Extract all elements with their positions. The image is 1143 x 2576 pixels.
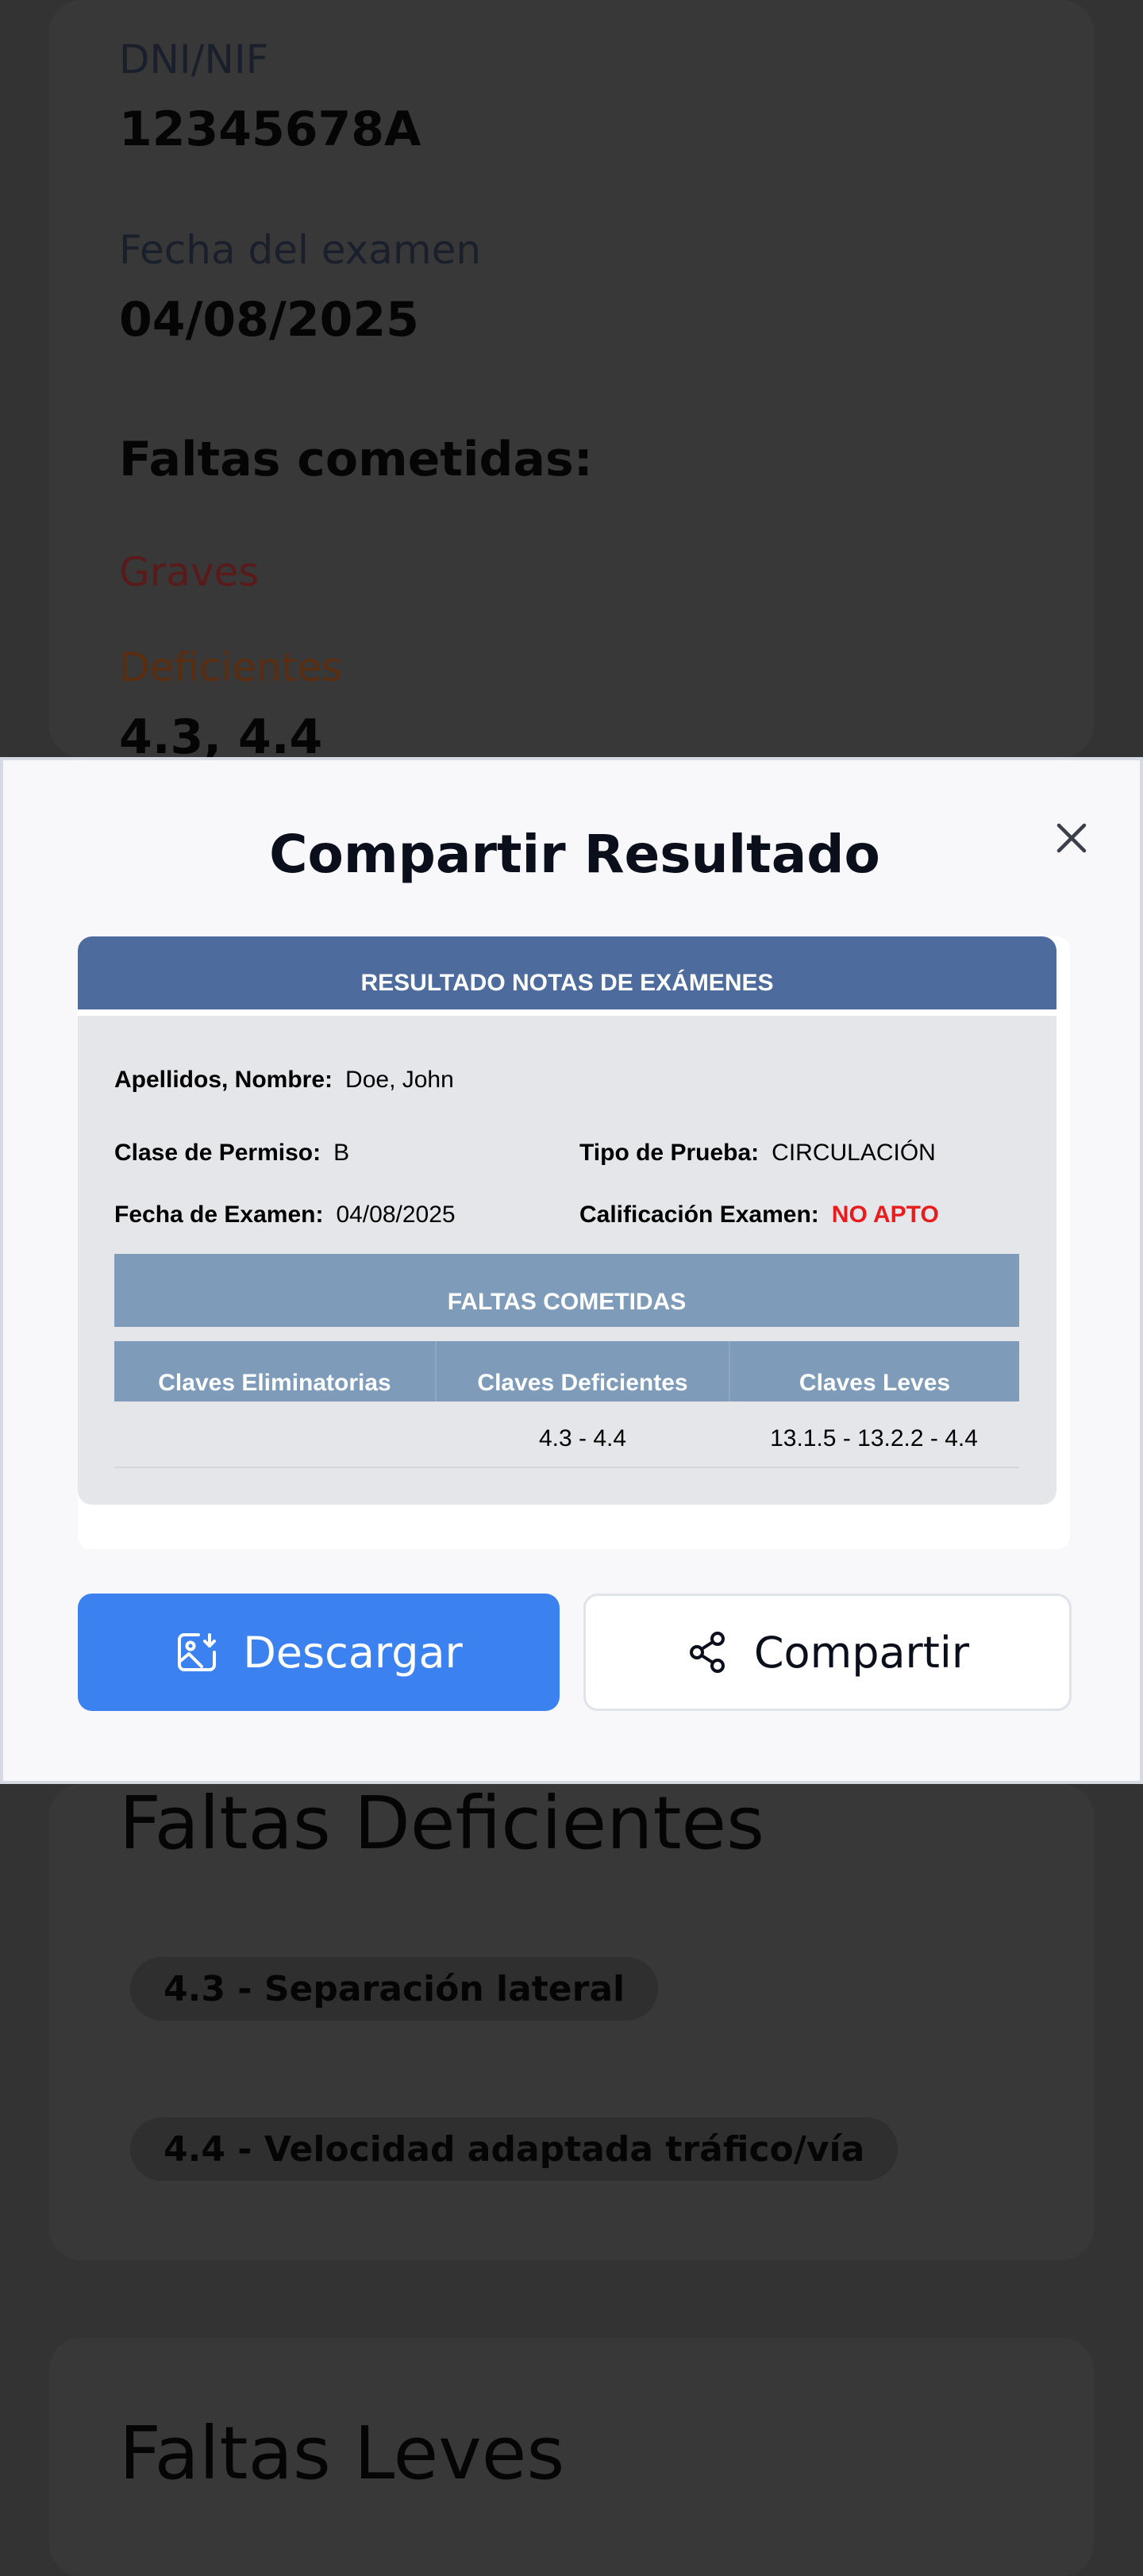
image-download-icon bbox=[175, 1630, 219, 1674]
claves-leves-value: 13.1.5 - 13.2.2 - 4.4 bbox=[770, 1425, 978, 1451]
calificacion-label: Calificación Examen: bbox=[579, 1201, 819, 1228]
result-body: Apellidos, Nombre: Doe, John Clase de Per… bbox=[78, 1016, 1056, 1505]
fecha-examen-value: 04/08/2025 bbox=[336, 1201, 456, 1228]
apellidos-label: Apellidos, Nombre: bbox=[114, 1067, 333, 1093]
column-header: Claves Leves bbox=[729, 1341, 1019, 1401]
tipo-label: Tipo de Prueba: bbox=[579, 1140, 760, 1166]
dni-value: 12345678A bbox=[119, 102, 421, 157]
download-button[interactable]: Descargar bbox=[78, 1594, 560, 1711]
fecha-examen-label: Fecha de Examen: bbox=[114, 1201, 324, 1228]
column-header-label: Claves Deficientes bbox=[477, 1370, 688, 1396]
clase-field: Clase de Permiso: B bbox=[114, 1140, 349, 1167]
calificacion-field: Calificación Examen: NO APTO bbox=[579, 1201, 939, 1228]
faltas-leves-title: Faltas Leves bbox=[119, 2411, 565, 2496]
column-header: Claves Deficientes bbox=[435, 1341, 729, 1401]
fecha-value: 04/08/2025 bbox=[119, 292, 419, 348]
faltas-deficientes-title: Faltas Deficientes bbox=[119, 1781, 765, 1866]
result-header-title: RESULTADO NOTAS DE EXÁMENES bbox=[360, 970, 774, 996]
modal-title: Compartir Resultado bbox=[269, 824, 880, 885]
graves-label: Graves bbox=[119, 549, 260, 595]
column-header: Claves Eliminatorias bbox=[114, 1341, 435, 1401]
faltas-heading: Faltas cometidas: bbox=[119, 432, 593, 487]
clase-value: B bbox=[333, 1140, 350, 1166]
result-header: RESULTADO NOTAS DE EXÁMENES bbox=[78, 936, 1056, 1009]
close-icon bbox=[1056, 823, 1087, 853]
dni-label: DNI/NIF bbox=[119, 37, 269, 83]
table-row: 4.3 - 4.4 13.1.5 - 13.2.2 - 4.4 bbox=[114, 1401, 1019, 1468]
fecha-label: Fecha del examen bbox=[119, 227, 482, 273]
tipo-field: Tipo de Prueba: CIRCULACIÓN bbox=[579, 1140, 936, 1167]
apellidos-field: Apellidos, Nombre: Doe, John bbox=[114, 1067, 454, 1094]
claves-deficientes-value: 4.3 - 4.4 bbox=[538, 1425, 627, 1451]
fecha-field: Fecha de Examen: 04/08/2025 bbox=[114, 1201, 456, 1228]
tipo-value: CIRCULACIÓN bbox=[772, 1140, 936, 1166]
deficientes-label: Deficientes bbox=[119, 644, 343, 690]
share-result-modal: Compartir Resultado RESULTADO NOTAS DE E… bbox=[0, 757, 1143, 1784]
apellidos-value: Doe, John bbox=[345, 1067, 454, 1093]
share-label: Compartir bbox=[753, 1627, 970, 1678]
table-cell bbox=[114, 1401, 437, 1467]
download-label: Descargar bbox=[243, 1627, 463, 1678]
share-icon bbox=[686, 1630, 730, 1674]
share-button[interactable]: Compartir bbox=[583, 1594, 1072, 1711]
table-cell: 4.3 - 4.4 bbox=[437, 1401, 729, 1467]
faltas-header: FALTAS COMETIDAS bbox=[114, 1254, 1019, 1327]
faltas-header-title: FALTAS COMETIDAS bbox=[447, 1289, 687, 1315]
deficiente-chip: 4.4 - Velocidad adaptada tráfico/vía bbox=[130, 2117, 899, 2181]
deficiente-chip: 4.3 - Separación lateral bbox=[130, 1957, 659, 2020]
column-header-label: Claves Eliminatorias bbox=[158, 1370, 391, 1396]
clase-label: Clase de Permiso: bbox=[114, 1140, 321, 1166]
column-header-label: Claves Leves bbox=[799, 1370, 951, 1396]
result-preview: RESULTADO NOTAS DE EXÁMENES Apellidos, N… bbox=[78, 936, 1070, 1549]
close-button[interactable] bbox=[1048, 814, 1095, 862]
calificacion-value: NO APTO bbox=[831, 1201, 939, 1228]
table-cell: 13.1.5 - 13.2.2 - 4.4 bbox=[729, 1401, 1019, 1467]
faltas-table-header: Claves Eliminatorias Claves Deficientes … bbox=[114, 1341, 1019, 1401]
